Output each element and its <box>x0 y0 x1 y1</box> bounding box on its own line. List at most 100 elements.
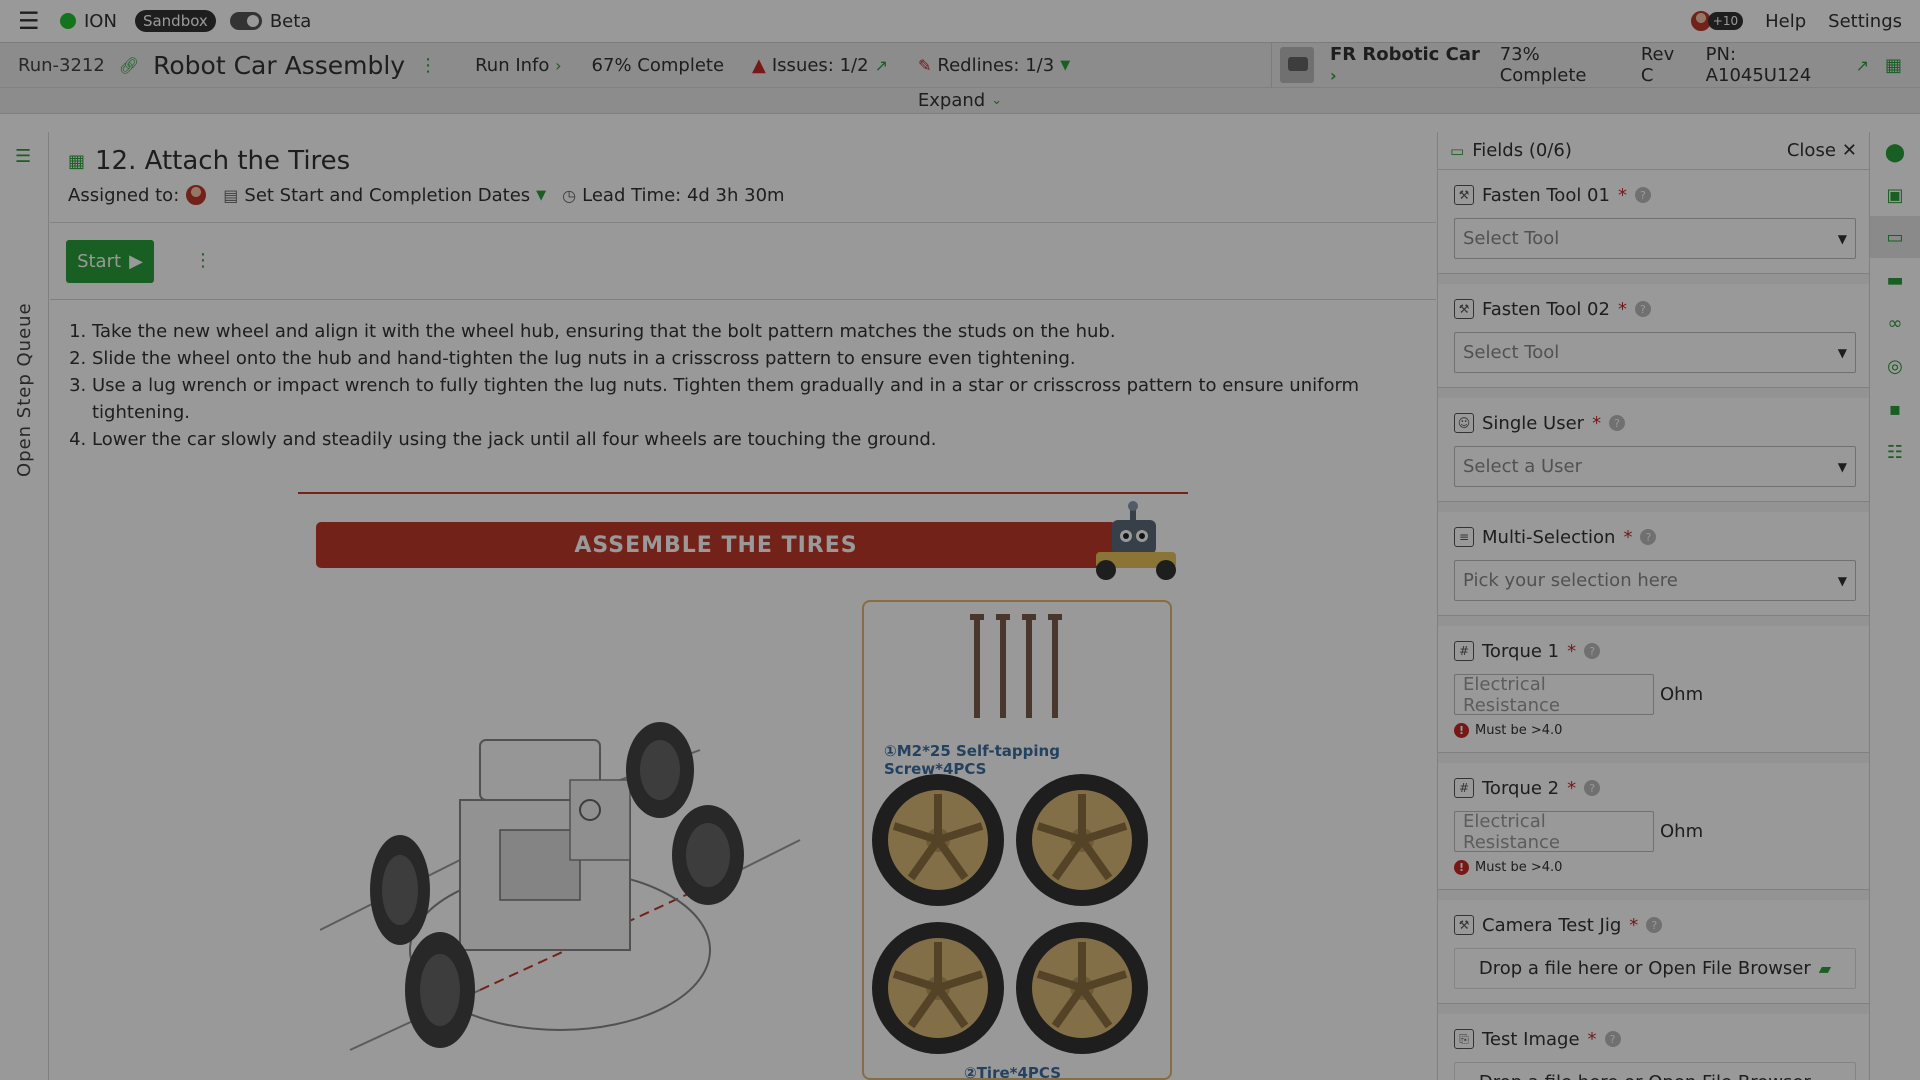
target-icon[interactable]: ◎ <box>1883 354 1907 378</box>
avatar-group[interactable]: +10 <box>1689 10 1744 32</box>
run-id: Run-3212 <box>18 54 105 76</box>
beta-toggle[interactable] <box>229 12 262 30</box>
field-multi-selection: ≡ Multi-Selection * ? Pick your selectio… <box>1438 512 1869 616</box>
link-icon[interactable]: 🔗︎ <box>119 56 139 75</box>
help-icon[interactable]: ? <box>1584 643 1601 659</box>
run-title: Robot Car Assembly <box>153 50 406 80</box>
comment-icon[interactable]: ▪ <box>1883 397 1907 421</box>
select-placeholder: Pick your selection here <box>1463 570 1678 591</box>
torque-input[interactable]: Electrical Resistance <box>1454 811 1654 853</box>
help-icon[interactable]: ? <box>1646 917 1663 933</box>
instruction-item: Use a lug wrench or impact wrench to ful… <box>92 372 1392 426</box>
chip-icon[interactable]: ▣ <box>1883 183 1907 207</box>
numeric-row: Electrical Resistance Ohm <box>1454 811 1853 853</box>
robot-car-exploded-diagram <box>320 722 801 1051</box>
field-fasten-tool-02: ⚒ Fasten Tool 02 * ? Select Tool ▼ <box>1438 284 1869 388</box>
folder-add-icon: ▰ <box>1818 959 1832 978</box>
error-icon: ! <box>1454 860 1469 875</box>
assembly-illustration: ASSEMBLE THE TIRES ①M2*25 Self-tapping S… <box>50 480 1436 1080</box>
list-icon[interactable]: ☰ <box>15 146 31 167</box>
unit-label: Ohm <box>1660 821 1704 842</box>
start-button[interactable]: Start ▶ <box>66 240 154 283</box>
divider <box>298 492 1188 494</box>
run-info-link[interactable]: Run Info › <box>475 55 561 76</box>
required-marker: * <box>1592 412 1602 434</box>
external-link-icon: ↗ <box>874 55 888 75</box>
redlines-label: Redlines: 1/3 <box>937 54 1055 76</box>
assignee-avatar <box>185 184 208 206</box>
calendar-icon: ▤ <box>223 185 239 205</box>
field-torque-2: # Torque 2 * ? Electrical Resistance Ohm… <box>1438 763 1869 890</box>
run-menu-icon[interactable]: ⋮ <box>419 55 437 76</box>
external-link-icon[interactable]: ↗ <box>1856 56 1869 75</box>
settings-link[interactable]: Settings <box>1828 11 1902 32</box>
required-marker: * <box>1617 298 1627 320</box>
part-name-link[interactable]: FR Robotic Car › <box>1330 44 1484 86</box>
dates-dropdown[interactable]: ▤ Set Start and Completion Dates ▼ <box>223 185 546 206</box>
fields-icon[interactable]: ▭ <box>1883 225 1907 249</box>
issues-link[interactable]: ▲ Issues: 1/2 ↗ <box>752 55 888 76</box>
warning-icon: ▲ <box>752 54 766 76</box>
help-icon[interactable]: ? <box>1604 1031 1621 1047</box>
field-label-row: ≡ Multi-Selection * ? <box>1454 524 1853 550</box>
tire-image <box>872 774 1004 906</box>
top-bar: ☰ ION Sandbox Beta +10 Help Settings <box>0 0 1920 43</box>
help-link[interactable]: Help <box>1765 11 1806 32</box>
expand-label: Expand <box>917 90 986 111</box>
link-icon[interactable]: ∞ <box>1883 311 1907 335</box>
required-marker: * <box>1567 777 1577 799</box>
table-icon[interactable]: ☷ <box>1883 440 1907 464</box>
part-name: FR Robotic Car <box>1330 44 1480 65</box>
field-label-row: ⚒ Fasten Tool 02 * ? <box>1454 296 1853 322</box>
location-pin-icon[interactable]: ⬤ <box>1883 140 1907 164</box>
torque-input[interactable]: Electrical Resistance <box>1454 674 1654 716</box>
redlines-dropdown[interactable]: ✎ Redlines: 1/3 ▼ <box>918 55 1070 76</box>
chevron-down-icon: ▼ <box>1060 57 1071 73</box>
select-placeholder: Select Tool <box>1463 342 1560 363</box>
field-label: Torque 1 <box>1482 640 1560 662</box>
help-icon[interactable]: ? <box>1609 415 1626 431</box>
menu-icon[interactable]: ☰ <box>18 7 46 35</box>
qr-code-icon[interactable]: ▦ <box>1885 55 1902 76</box>
fields-title: Fields (0/6) <box>1472 140 1572 161</box>
close-button[interactable]: Close ✕ <box>1787 140 1857 161</box>
lead-time-label: Lead Time: 4d 3h 30m <box>582 184 785 206</box>
environment-badge[interactable]: Sandbox <box>134 10 216 32</box>
validation-error: ! Must be >4.0 <box>1454 723 1853 738</box>
run-bar: Run-3212 🔗︎ Robot Car Assembly ⋮ Run Inf… <box>0 42 1920 88</box>
more-options-icon[interactable]: ⋮ <box>194 250 212 271</box>
parts-list-box: ①M2*25 Self-tapping Screw*4PCS ②Tire*4PC… <box>862 600 1172 1080</box>
step-meta: Assigned to: ▤ Set Start and Completion … <box>68 184 785 206</box>
right-tool-rail: ⬤ ▣ ▭ ▬ ∞ ◎ ▪ ☷ <box>1869 132 1920 1080</box>
tool-select[interactable]: Select Tool ▼ <box>1454 332 1856 373</box>
file-drop-zone[interactable]: Drop a file here or Open File Browser ▰ <box>1454 1062 1856 1080</box>
qr-code-icon[interactable]: ▦ <box>68 151 85 172</box>
assignee[interactable]: Assigned to: <box>68 184 208 206</box>
help-icon[interactable]: ? <box>1634 301 1651 317</box>
part-thumbnail[interactable] <box>1280 47 1314 83</box>
help-icon[interactable]: ? <box>1584 780 1601 796</box>
user-select[interactable]: Select a User ▼ <box>1454 446 1856 487</box>
field-label: Fasten Tool 02 <box>1482 298 1610 320</box>
divider <box>50 222 1436 223</box>
field-label: Fasten Tool 01 <box>1482 184 1610 206</box>
fields-header: ▭ Fields (0/6) Close ✕ <box>1438 132 1869 170</box>
folder-icon[interactable]: ▬ <box>1883 268 1907 292</box>
tool-select[interactable]: Select Tool ▼ <box>1454 218 1856 259</box>
field-label-row: # Torque 2 * ? <box>1454 775 1853 801</box>
chevron-right-icon: › <box>1330 66 1337 85</box>
required-marker: * <box>1567 640 1577 662</box>
field-label-row: # Torque 1 * ? <box>1454 638 1853 664</box>
required-marker: * <box>1623 526 1633 548</box>
file-drop-zone[interactable]: Drop a file here or Open File Browser ▰ <box>1454 948 1856 989</box>
open-step-queue-button[interactable]: Open Step Queue <box>14 302 35 477</box>
error-text: Must be >4.0 <box>1475 723 1563 738</box>
unit-label: Ohm <box>1660 684 1704 705</box>
help-icon[interactable]: ? <box>1634 187 1651 203</box>
chevron-down-icon: ▼ <box>536 187 547 203</box>
expand-toggle[interactable]: Expand ⌄ <box>0 88 1920 114</box>
close-label: Close <box>1786 140 1836 161</box>
part-progress: 73% Complete <box>1499 44 1587 86</box>
help-icon[interactable]: ? <box>1640 529 1657 545</box>
multi-select[interactable]: Pick your selection here ▼ <box>1454 560 1856 601</box>
